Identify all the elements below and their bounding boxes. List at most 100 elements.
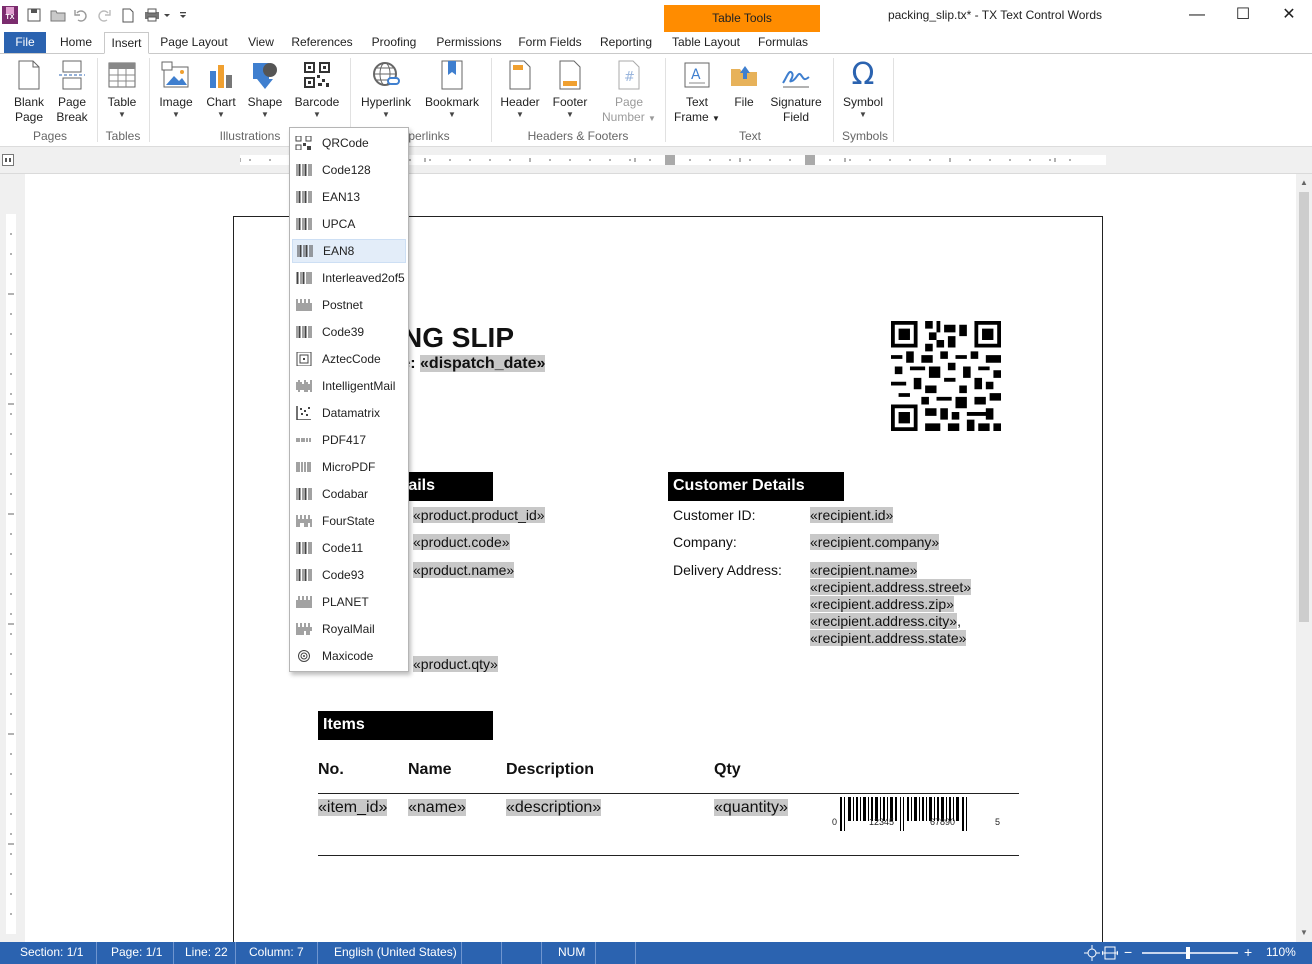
- hyperlink-button[interactable]: Hyperlink ▼: [356, 57, 416, 129]
- footer-button[interactable]: Footer ▼: [546, 57, 594, 129]
- menu-item-upca[interactable]: UPCA: [292, 212, 406, 236]
- maximize-icon[interactable]: ☐: [1220, 4, 1266, 28]
- menu-item-fourstate[interactable]: FourState: [292, 509, 406, 533]
- scroll-down-icon[interactable]: ▼: [1296, 928, 1312, 937]
- menu-item-ean13[interactable]: EAN13: [292, 185, 406, 209]
- qr-code[interactable]: [891, 321, 1001, 431]
- menu-item-postnet[interactable]: Postnet: [292, 293, 406, 317]
- horizontal-ruler[interactable]: [0, 147, 1312, 174]
- undo-icon[interactable]: [73, 6, 89, 24]
- recipient-id-field[interactable]: «recipient.id»: [810, 507, 894, 523]
- fit-page-icon[interactable]: [1084, 945, 1100, 961]
- tab-view[interactable]: View: [240, 32, 282, 54]
- vertical-ruler[interactable]: [0, 174, 25, 942]
- print-icon[interactable]: [143, 6, 173, 24]
- shape-button[interactable]: Shape ▼: [244, 57, 286, 129]
- zoom-level[interactable]: 110%: [1266, 942, 1296, 963]
- menu-item-datamatrix[interactable]: Datamatrix: [292, 401, 406, 425]
- tab-insert[interactable]: Insert: [104, 32, 149, 54]
- product-code-field[interactable]: «product.code»: [413, 534, 510, 550]
- product-qty-field[interactable]: «product.qty»: [413, 656, 498, 672]
- recipient-state-field[interactable]: «recipient.address.state»: [810, 630, 967, 646]
- menu-item-maxicode[interactable]: Maxicode: [292, 644, 406, 668]
- zoom-in-button[interactable]: +: [1244, 942, 1252, 963]
- item-description-field[interactable]: «description»: [506, 799, 602, 816]
- blank-page-button[interactable]: Blank Page: [6, 57, 52, 129]
- tab-permissions[interactable]: Permissions: [430, 32, 508, 54]
- signature-field-label-2: Field: [782, 110, 809, 124]
- menu-item-code93[interactable]: Code93: [292, 563, 406, 587]
- tab-file[interactable]: File: [4, 32, 46, 54]
- menu-item-code11[interactable]: Code11: [292, 536, 406, 560]
- tab-page-layout[interactable]: Page Layout: [152, 32, 236, 54]
- linear-barcode-icon: [297, 245, 313, 257]
- tab-references[interactable]: References: [286, 32, 358, 54]
- item-name-field[interactable]: «name»: [408, 799, 466, 816]
- menu-item-royalmail[interactable]: RoyalMail: [292, 617, 406, 641]
- signature-field-button[interactable]: Signature Field: [764, 57, 828, 129]
- barcode-button[interactable]: Barcode ▼: [290, 57, 344, 129]
- tab-proofing[interactable]: Proofing: [362, 32, 426, 54]
- bookmark-button[interactable]: Bookmark ▼: [420, 57, 484, 129]
- item-quantity-field[interactable]: «quantity»: [714, 799, 788, 816]
- menu-item-intelligentmail[interactable]: IntelligentMail: [292, 374, 406, 398]
- menu-item-code128[interactable]: Code128: [292, 158, 406, 182]
- tab-formulas[interactable]: Formulas: [750, 32, 816, 54]
- menu-item-interleaved2of5[interactable]: Interleaved2of5: [292, 266, 406, 290]
- header-button[interactable]: Header ▼: [496, 57, 544, 129]
- menu-item-azteccode[interactable]: AztecCode: [292, 347, 406, 371]
- menu-item-codabar[interactable]: Codabar: [292, 482, 406, 506]
- ean-barcode[interactable]: 0 12345 67890 5: [832, 797, 1002, 831]
- document-workspace[interactable]: NG SLIP te: «dispatch_date»: [25, 174, 1296, 942]
- scroll-up-icon[interactable]: ▲: [1296, 178, 1312, 187]
- redo-icon[interactable]: [96, 6, 112, 24]
- menu-item-label: FourState: [322, 514, 375, 528]
- recipient-city-field[interactable]: «recipient.address.city»: [810, 613, 958, 629]
- tab-table-layout[interactable]: Table Layout: [666, 32, 746, 54]
- ruler-toggle-icon[interactable]: [2, 154, 14, 166]
- menu-item-ean8[interactable]: EAN8: [292, 239, 406, 263]
- fit-width-icon[interactable]: [1101, 945, 1119, 961]
- new-document-icon[interactable]: [120, 6, 136, 24]
- group-hyperlinks-label: perlinks: [408, 129, 450, 143]
- vertical-scrollbar[interactable]: ▲ ▼: [1296, 174, 1312, 942]
- page-break-button[interactable]: Page Break: [52, 57, 92, 129]
- zoom-out-button[interactable]: −: [1124, 942, 1132, 963]
- menu-item-pdf417[interactable]: PDF417: [292, 428, 406, 452]
- tab-form-fields[interactable]: Form Fields: [512, 32, 588, 54]
- menu-item-code39[interactable]: Code39: [292, 320, 406, 344]
- item-id-field[interactable]: «item_id»: [318, 799, 388, 816]
- menu-item-planet[interactable]: PLANET: [292, 590, 406, 614]
- recipient-street-field[interactable]: «recipient.address.street»: [810, 579, 972, 595]
- menu-item-micropdf[interactable]: MicroPDF: [292, 455, 406, 479]
- recipient-company-field[interactable]: «recipient.company»: [810, 534, 940, 550]
- product-name-field[interactable]: «product.name»: [413, 562, 515, 578]
- table-divider: [318, 793, 1019, 794]
- save-icon[interactable]: [26, 6, 42, 24]
- symbol-button[interactable]: Ω Symbol ▼: [838, 57, 888, 129]
- menu-item-qrcode[interactable]: QRCode: [292, 131, 406, 155]
- group-pages-label: Pages: [32, 129, 68, 143]
- minimize-icon[interactable]: —: [1174, 4, 1220, 28]
- product-id-field[interactable]: «product.product_id»: [413, 507, 545, 523]
- status-language[interactable]: English (United States): [318, 942, 462, 964]
- recipient-name-field[interactable]: «recipient.name»: [810, 562, 918, 578]
- bookmark-dropdown-icon: ▼: [448, 110, 456, 119]
- text-frame-button[interactable]: A Text Frame ▼: [670, 57, 724, 129]
- tab-reporting[interactable]: Reporting: [592, 32, 660, 54]
- tab-home[interactable]: Home: [50, 32, 102, 54]
- recipient-zip-field[interactable]: «recipient.address.zip»: [810, 596, 954, 612]
- dispatch-date-field[interactable]: «dispatch_date»: [420, 355, 546, 372]
- close-icon[interactable]: ✕: [1266, 4, 1312, 28]
- customize-quick-access-icon[interactable]: [175, 6, 191, 24]
- zoom-slider-thumb[interactable]: [1186, 947, 1190, 959]
- scrollbar-thumb[interactable]: [1299, 192, 1309, 622]
- image-button[interactable]: Image ▼: [154, 57, 198, 129]
- chart-button[interactable]: Chart ▼: [200, 57, 242, 129]
- page-number-button[interactable]: # Page Number ▼: [598, 57, 660, 129]
- open-folder-icon[interactable]: [50, 6, 66, 24]
- table-button[interactable]: Table ▼: [102, 57, 142, 129]
- group-tables-label: Tables: [105, 129, 141, 143]
- file-button[interactable]: File: [728, 57, 760, 129]
- zoom-slider[interactable]: [1142, 952, 1238, 954]
